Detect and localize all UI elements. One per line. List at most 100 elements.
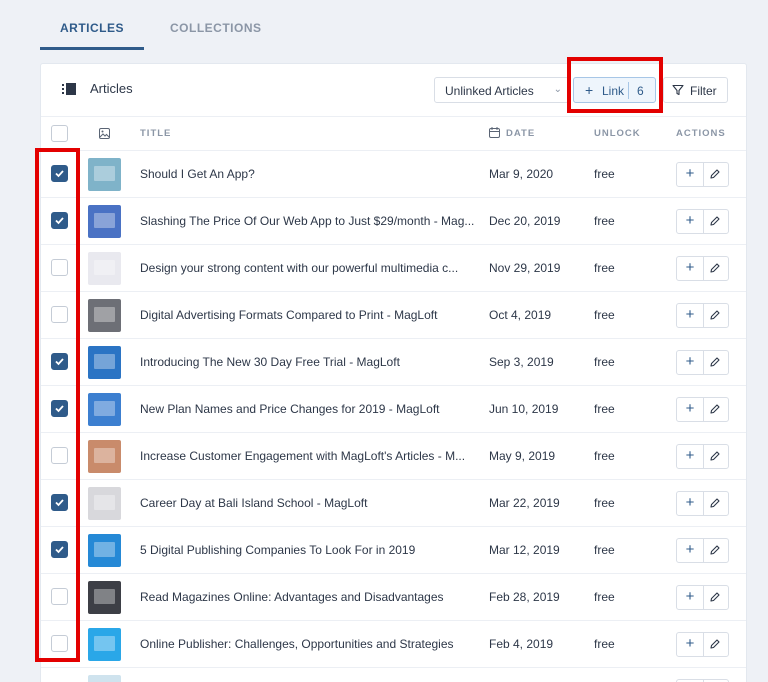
- add-article-button[interactable]: +: [677, 163, 704, 186]
- article-date: Mar 9, 2020: [489, 167, 554, 181]
- panel-header: Articles Unlinked Articles ⌄ + Link 6 Fi…: [41, 64, 746, 116]
- pencil-icon[interactable]: [709, 215, 721, 227]
- article-title[interactable]: Slashing The Price Of Our Web App to Jus…: [140, 214, 475, 228]
- pencil-icon[interactable]: [709, 591, 721, 603]
- plus-icon: +: [685, 541, 695, 558]
- table-header: TITLE DATE UNLOCK ACTIONS: [41, 116, 746, 150]
- plus-icon: +: [685, 635, 695, 652]
- article-title[interactable]: Read Magazines Online: Advantages and Di…: [140, 590, 475, 604]
- table-row[interactable]: Career Day at Bali Island School - MagLo…: [41, 479, 746, 526]
- article-title[interactable]: Career Day at Bali Island School - MagLo…: [140, 496, 475, 510]
- table-row[interactable]: Should I Get An App? Mar 9, 2020 free +: [41, 150, 746, 197]
- row-checkbox[interactable]: [51, 165, 68, 182]
- table-row[interactable]: Design your strong content with our powe…: [41, 244, 746, 291]
- article-unlock: free: [594, 214, 615, 228]
- tab-bar: ARTICLES COLLECTIONS: [40, 0, 262, 50]
- add-article-button[interactable]: +: [677, 539, 704, 562]
- column-title-header[interactable]: TITLE: [140, 128, 171, 139]
- pencil-icon[interactable]: [709, 168, 721, 180]
- article-unlock: free: [594, 637, 615, 651]
- table-row[interactable]: Digital Advertising Formats Compared to …: [41, 291, 746, 338]
- plus-icon: +: [685, 165, 695, 182]
- row-checkbox[interactable]: [51, 306, 68, 323]
- table-row[interactable]: +: [41, 667, 746, 682]
- article-thumbnail: [88, 393, 121, 426]
- add-article-button[interactable]: +: [677, 257, 704, 280]
- pencil-icon[interactable]: [709, 309, 721, 321]
- article-unlock: free: [594, 167, 615, 181]
- article-title[interactable]: Should I Get An App?: [140, 167, 475, 181]
- table-row[interactable]: Slashing The Price Of Our Web App to Jus…: [41, 197, 746, 244]
- row-checkbox[interactable]: [51, 353, 68, 370]
- check-icon: [55, 405, 64, 413]
- table-row[interactable]: Online Publisher: Challenges, Opportunit…: [41, 620, 746, 667]
- column-date-header[interactable]: DATE: [506, 128, 535, 139]
- pencil-icon[interactable]: [709, 403, 721, 415]
- add-article-button[interactable]: +: [677, 351, 704, 374]
- link-button[interactable]: + Link 6: [573, 77, 656, 103]
- row-checkbox[interactable]: [51, 635, 68, 652]
- article-date: Jun 10, 2019: [489, 402, 559, 416]
- article-title[interactable]: Increase Customer Engagement with MagLof…: [140, 449, 475, 463]
- add-article-button[interactable]: +: [677, 492, 704, 515]
- add-article-button[interactable]: +: [677, 445, 704, 468]
- article-title[interactable]: Digital Advertising Formats Compared to …: [140, 308, 475, 322]
- table-row[interactable]: Read Magazines Online: Advantages and Di…: [41, 573, 746, 620]
- pencil-icon[interactable]: [709, 497, 721, 509]
- article-title[interactable]: Design your strong content with our powe…: [140, 261, 475, 275]
- add-article-button[interactable]: +: [677, 210, 704, 233]
- pencil-icon[interactable]: [709, 544, 721, 556]
- pencil-icon[interactable]: [709, 356, 721, 368]
- check-icon: [55, 170, 64, 178]
- article-title[interactable]: 5 Digital Publishing Companies To Look F…: [140, 543, 475, 557]
- pencil-icon[interactable]: [709, 638, 721, 650]
- article-unlock: free: [594, 449, 615, 463]
- pencil-icon[interactable]: [709, 262, 721, 274]
- row-actions: +: [676, 632, 729, 657]
- list-icon: [62, 83, 76, 95]
- article-title[interactable]: New Plan Names and Price Changes for 201…: [140, 402, 475, 416]
- row-actions: +: [676, 350, 729, 375]
- calendar-icon: [489, 127, 500, 138]
- add-article-button[interactable]: +: [677, 586, 704, 609]
- select-all-checkbox[interactable]: [51, 125, 68, 142]
- article-filter-select[interactable]: Unlinked Articles ⌄: [434, 77, 569, 103]
- table-row[interactable]: New Plan Names and Price Changes for 201…: [41, 385, 746, 432]
- article-date: Oct 4, 2019: [489, 308, 552, 322]
- article-unlock: free: [594, 590, 615, 604]
- articles-panel: Articles Unlinked Articles ⌄ + Link 6 Fi…: [40, 63, 747, 682]
- article-thumbnail: [88, 581, 121, 614]
- article-thumbnail: [88, 158, 121, 191]
- table-row[interactable]: Increase Customer Engagement with MagLof…: [41, 432, 746, 479]
- add-article-button[interactable]: +: [677, 633, 704, 656]
- plus-icon: +: [685, 212, 695, 229]
- row-checkbox[interactable]: [51, 494, 68, 511]
- pencil-icon[interactable]: [709, 450, 721, 462]
- row-checkbox[interactable]: [51, 400, 68, 417]
- link-label: Link: [602, 84, 625, 98]
- add-article-button[interactable]: +: [677, 398, 704, 421]
- article-thumbnail: [88, 534, 121, 567]
- row-checkbox[interactable]: [51, 259, 68, 276]
- image-icon: [99, 128, 110, 139]
- row-checkbox[interactable]: [51, 447, 68, 464]
- tab-collections[interactable]: COLLECTIONS: [170, 0, 262, 50]
- plus-icon: +: [585, 82, 594, 98]
- article-thumbnail: [88, 346, 121, 379]
- article-title[interactable]: Introducing The New 30 Day Free Trial - …: [140, 355, 475, 369]
- tab-articles[interactable]: ARTICLES: [40, 0, 144, 50]
- column-unlock-header[interactable]: UNLOCK: [594, 128, 641, 139]
- filter-button[interactable]: Filter: [663, 77, 728, 103]
- add-article-button[interactable]: +: [677, 304, 704, 327]
- article-unlock: free: [594, 402, 615, 416]
- article-title[interactable]: Online Publisher: Challenges, Opportunit…: [140, 637, 475, 651]
- divider: [628, 82, 629, 99]
- row-checkbox[interactable]: [51, 541, 68, 558]
- check-icon: [55, 358, 64, 366]
- row-checkbox[interactable]: [51, 212, 68, 229]
- table-row[interactable]: 5 Digital Publishing Companies To Look F…: [41, 526, 746, 573]
- table-row[interactable]: Introducing The New 30 Day Free Trial - …: [41, 338, 746, 385]
- row-checkbox[interactable]: [51, 588, 68, 605]
- article-date: Nov 29, 2019: [489, 261, 561, 275]
- article-thumbnail: [88, 675, 121, 682]
